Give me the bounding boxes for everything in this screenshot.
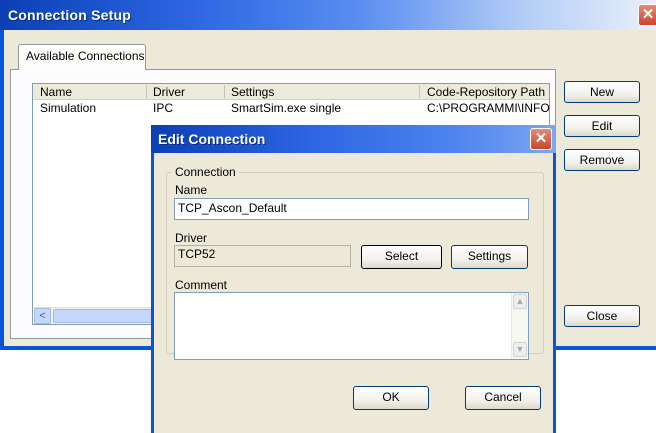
cell-path: C:\PROGRAMMI\INFO (427, 101, 550, 115)
comment-vertical-scrollbar[interactable]: ▲ ▼ (511, 293, 528, 359)
edit-button[interactable]: Edit (564, 115, 640, 137)
comment-field[interactable]: ▲ ▼ (174, 292, 529, 360)
column-header-driver[interactable]: Driver (153, 85, 185, 101)
dialog-close-icon[interactable]: ✕ (530, 128, 552, 150)
name-field[interactable]: TCP_Ascon_Default (174, 198, 529, 220)
cell-driver: IPC (153, 101, 174, 115)
new-button[interactable]: New (564, 81, 640, 103)
remove-button[interactable]: Remove (564, 149, 640, 171)
tab-available-connections[interactable]: Available Connections (18, 44, 146, 70)
select-button[interactable]: Select (361, 245, 442, 269)
scroll-left-icon[interactable]: < (34, 308, 51, 324)
column-header-name[interactable]: Name (40, 85, 72, 101)
main-close-icon[interactable]: ✕ (638, 4, 656, 26)
scroll-thumb[interactable] (53, 309, 163, 323)
main-window-title: Connection Setup (8, 7, 131, 23)
cancel-button[interactable]: Cancel (465, 386, 541, 410)
connection-group-label: Connection (172, 165, 239, 179)
comment-label: Comment (175, 278, 228, 292)
dialog-title: Edit Connection (158, 131, 266, 147)
table-row[interactable]: Simulation IPC SmartSim.exe single C:\PR… (33, 101, 549, 117)
cell-name: Simulation (40, 101, 97, 115)
ok-button[interactable]: OK (353, 386, 429, 410)
list-header: Name Driver Settings Code-Repository Pat… (33, 84, 549, 100)
cell-settings: SmartSim.exe single (231, 101, 342, 115)
name-label: Name (175, 183, 208, 197)
column-header-path[interactable]: Code-Repository Path (427, 85, 545, 101)
scroll-down-icon[interactable]: ▼ (513, 342, 527, 357)
column-header-settings[interactable]: Settings (231, 85, 274, 101)
close-button[interactable]: Close (564, 305, 640, 327)
driver-label: Driver (175, 231, 207, 245)
driver-field: TCP52 (174, 245, 351, 267)
scroll-up-icon[interactable]: ▲ (513, 294, 527, 309)
settings-button[interactable]: Settings (451, 245, 528, 269)
